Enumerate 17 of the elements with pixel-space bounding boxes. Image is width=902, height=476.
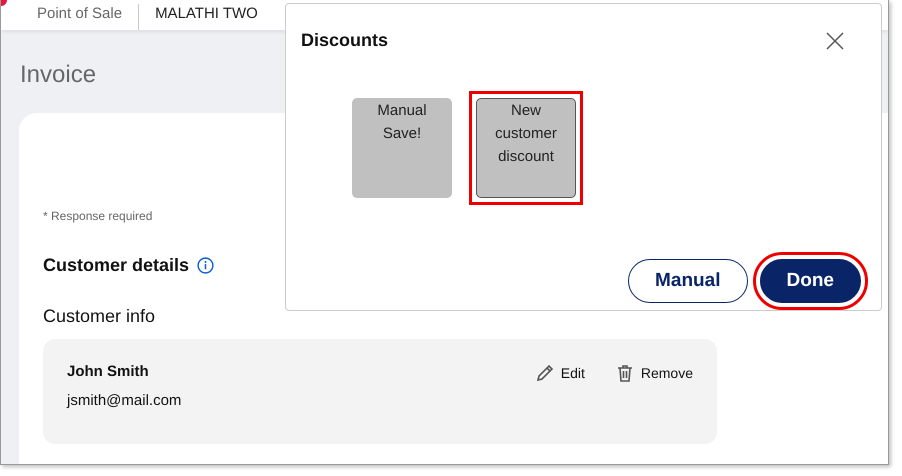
dialog-title: Discounts [301,30,388,51]
remove-button[interactable]: Remove [614,363,693,383]
edit-button[interactable]: Edit [534,363,585,383]
app-name: Point of Sale [37,4,140,30]
store-name: MALATHI TWO [155,4,258,24]
info-icon[interactable] [197,257,214,274]
section-title: Customer details [43,255,190,276]
pencil-icon [534,363,555,383]
customer-name: John Smith [67,363,150,380]
required-note: * Response required [43,209,154,223]
logo-mark [1,0,7,6]
close-icon[interactable] [826,32,844,50]
subsection-title: Customer info [43,306,156,327]
discount-tile[interactable]: New customer discount [469,91,583,205]
customer-email: jsmith@mail.com [67,392,182,409]
page-title: Invoice [20,60,98,90]
manual-button[interactable]: Manual [628,259,748,303]
